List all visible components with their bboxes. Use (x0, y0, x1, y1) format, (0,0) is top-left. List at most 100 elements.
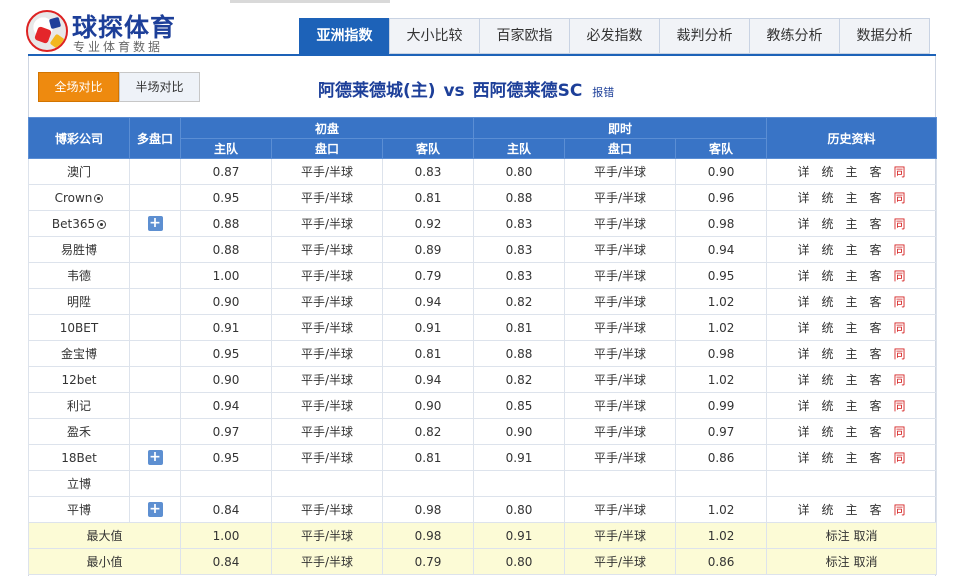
multi-handicap-cell[interactable]: + (129, 444, 181, 471)
company-name[interactable]: Bet365 (52, 217, 95, 231)
home-link[interactable]: 主 (840, 293, 864, 310)
same-link[interactable]: 同 (888, 241, 912, 258)
mark-cancel-link[interactable]: 标注 取消 (766, 548, 938, 575)
home-link[interactable]: 主 (840, 319, 864, 336)
away-link[interactable]: 客 (864, 501, 888, 518)
away-link[interactable]: 客 (864, 189, 888, 206)
tab-data-analysis[interactable]: 数据分析 (839, 18, 930, 54)
company-name[interactable]: 明陞 (67, 295, 91, 309)
home-link[interactable]: 主 (840, 397, 864, 414)
same-link[interactable]: 同 (888, 423, 912, 440)
detail-link[interactable]: 详 (792, 189, 816, 206)
detail-link[interactable]: 详 (792, 371, 816, 388)
home-link[interactable]: 主 (840, 449, 864, 466)
detail-link[interactable]: 详 (792, 501, 816, 518)
stats-link[interactable]: 统 (816, 189, 840, 206)
company-name[interactable]: 10BET (60, 321, 98, 335)
same-link[interactable]: 同 (888, 189, 912, 206)
tab-betfair-index[interactable]: 必发指数 (569, 18, 660, 54)
home-link[interactable]: 主 (840, 215, 864, 232)
multi-handicap-cell[interactable]: + (129, 496, 181, 523)
home-link[interactable]: 主 (840, 163, 864, 180)
mark-cancel-link[interactable]: 标注 取消 (766, 522, 938, 549)
company-name[interactable]: 18Bet (61, 451, 97, 465)
plus-expand-icon[interactable]: + (147, 216, 163, 231)
away-link[interactable]: 客 (864, 449, 888, 466)
same-link[interactable]: 同 (888, 501, 912, 518)
report-error-link[interactable]: 报错 (592, 86, 614, 99)
tab-european-odds[interactable]: 百家欧指 (479, 18, 570, 54)
home-link[interactable]: 主 (840, 241, 864, 258)
away-link[interactable]: 客 (864, 215, 888, 232)
same-link[interactable]: 同 (888, 267, 912, 284)
detail-link[interactable]: 详 (792, 319, 816, 336)
home-link[interactable]: 主 (840, 371, 864, 388)
company-name[interactable]: 立博 (67, 477, 91, 491)
company-cell[interactable]: 明陞 (28, 288, 130, 315)
stats-link[interactable]: 统 (816, 501, 840, 518)
away-link[interactable]: 客 (864, 267, 888, 284)
tab-over-under[interactable]: 大小比较 (389, 18, 480, 54)
home-link[interactable]: 主 (840, 189, 864, 206)
multi-handicap-cell[interactable]: + (129, 210, 181, 237)
stats-link[interactable]: 统 (816, 371, 840, 388)
away-link[interactable]: 客 (864, 241, 888, 258)
company-name[interactable]: 利记 (67, 399, 91, 413)
company-cell[interactable]: 澳门 (28, 158, 130, 185)
away-team[interactable]: 西阿德莱德SC (473, 81, 583, 101)
company-cell[interactable]: 平博 (28, 496, 130, 523)
company-name[interactable]: 易胜博 (61, 243, 97, 257)
company-cell[interactable]: 12bet (28, 366, 130, 393)
site-logo[interactable]: 球探体育 专业体育数据 (26, 8, 196, 54)
away-link[interactable]: 客 (864, 345, 888, 362)
company-name[interactable]: 澳门 (67, 165, 91, 179)
company-name[interactable]: Crown (55, 191, 93, 205)
same-link[interactable]: 同 (888, 449, 912, 466)
company-name[interactable]: 平博 (67, 503, 91, 517)
home-link[interactable]: 主 (840, 345, 864, 362)
company-cell[interactable]: 立博 (28, 470, 130, 497)
company-cell[interactable]: 10BET (28, 314, 130, 341)
home-link[interactable]: 主 (840, 423, 864, 440)
detail-link[interactable]: 详 (792, 397, 816, 414)
company-name[interactable]: 12bet (62, 373, 97, 387)
same-link[interactable]: 同 (888, 293, 912, 310)
same-link[interactable]: 同 (888, 163, 912, 180)
away-link[interactable]: 客 (864, 163, 888, 180)
plus-expand-icon[interactable]: + (147, 450, 163, 465)
detail-link[interactable]: 详 (792, 423, 816, 440)
same-link[interactable]: 同 (888, 371, 912, 388)
detail-link[interactable]: 详 (792, 345, 816, 362)
stats-link[interactable]: 统 (816, 163, 840, 180)
company-cell[interactable]: 18Bet (28, 444, 130, 471)
detail-link[interactable]: 详 (792, 293, 816, 310)
stats-link[interactable]: 统 (816, 319, 840, 336)
company-cell[interactable]: 利记 (28, 392, 130, 419)
tab-referee-analysis[interactable]: 裁判分析 (659, 18, 750, 54)
away-link[interactable]: 客 (864, 371, 888, 388)
company-name[interactable]: 盈禾 (67, 425, 91, 439)
company-cell[interactable]: 金宝博 (28, 340, 130, 367)
detail-link[interactable]: 详 (792, 267, 816, 284)
company-cell[interactable]: 易胜博 (28, 236, 130, 263)
stats-link[interactable]: 统 (816, 397, 840, 414)
plus-expand-icon[interactable]: + (147, 502, 163, 517)
away-link[interactable]: 客 (864, 293, 888, 310)
tab-coach-analysis[interactable]: 教练分析 (749, 18, 840, 54)
home-link[interactable]: 主 (840, 501, 864, 518)
detail-link[interactable]: 详 (792, 163, 816, 180)
detail-link[interactable]: 详 (792, 241, 816, 258)
stats-link[interactable]: 统 (816, 423, 840, 440)
company-cell[interactable]: Bet365 (28, 210, 130, 237)
detail-link[interactable]: 详 (792, 449, 816, 466)
stats-link[interactable]: 统 (816, 293, 840, 310)
stats-link[interactable]: 统 (816, 267, 840, 284)
home-link[interactable]: 主 (840, 267, 864, 284)
stats-link[interactable]: 统 (816, 215, 840, 232)
detail-link[interactable]: 详 (792, 215, 816, 232)
full-match-button[interactable]: 全场对比 (38, 72, 119, 102)
stats-link[interactable]: 统 (816, 449, 840, 466)
same-link[interactable]: 同 (888, 215, 912, 232)
company-cell[interactable]: 韦德 (28, 262, 130, 289)
company-cell[interactable]: Crown (28, 184, 130, 211)
